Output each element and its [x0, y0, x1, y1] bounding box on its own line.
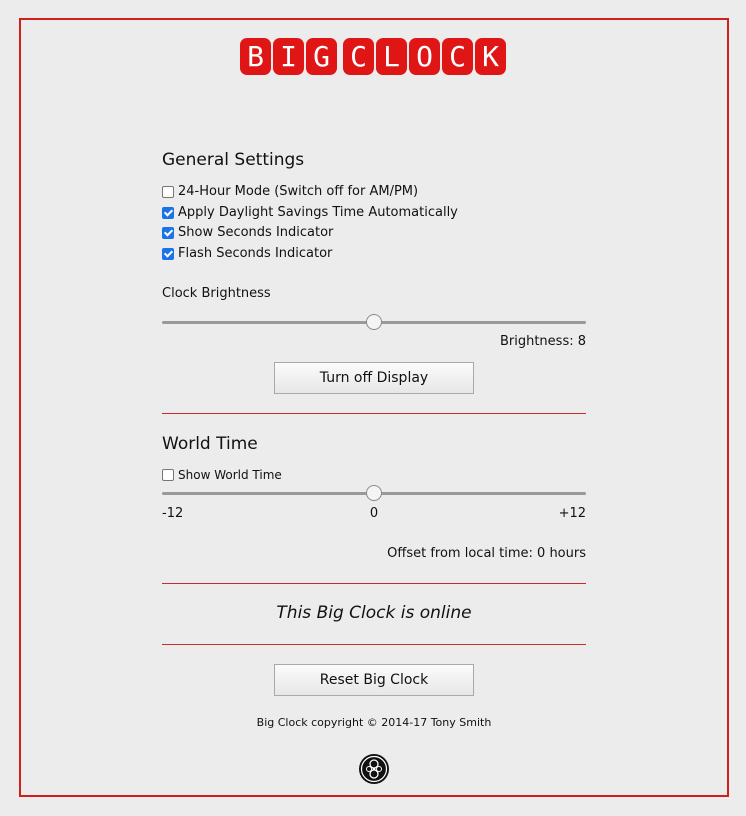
option-flash-seconds[interactable]: Flash Seconds Indicator [162, 246, 332, 261]
checkbox[interactable] [162, 247, 174, 260]
world-time-heading: World Time [162, 434, 258, 454]
option-show-seconds[interactable]: Show Seconds Indicator [162, 225, 333, 240]
option-daylight-savings[interactable]: Apply Daylight Savings Time Automaticall… [162, 205, 458, 220]
offset-max-label: +12 [558, 506, 586, 521]
divider [162, 413, 586, 414]
checkbox[interactable] [162, 206, 174, 219]
logo-letter: O [409, 38, 440, 75]
turn-off-display-button[interactable]: Turn off Display [274, 362, 474, 394]
option-label: Apply Daylight Savings Time Automaticall… [178, 205, 458, 220]
divider [162, 644, 586, 645]
brightness-readout: Brightness: 8 [499, 334, 586, 349]
logo-letter: I [273, 38, 304, 75]
slider-thumb[interactable] [366, 485, 382, 501]
logo-letter: C [343, 38, 374, 75]
logo-letter: K [475, 38, 506, 75]
logo-letter: C [442, 38, 473, 75]
option-label: 24-Hour Mode (Switch off for AM/PM) [178, 184, 419, 199]
divider [162, 583, 586, 584]
brightness-slider[interactable] [162, 314, 586, 332]
general-settings-heading: General Settings [162, 150, 305, 170]
option-label: Show World Time [178, 468, 282, 482]
option-label: Flash Seconds Indicator [178, 246, 333, 261]
slider-thumb[interactable] [366, 314, 382, 330]
option-show-world-time[interactable]: Show World Time [162, 468, 282, 482]
checkbox[interactable] [162, 226, 174, 239]
option-24-hour-mode[interactable]: 24-Hour Mode (Switch off for AM/PM) [162, 184, 418, 199]
world-offset-slider[interactable] [162, 485, 586, 503]
checkbox[interactable] [162, 185, 174, 198]
checkbox[interactable] [162, 469, 174, 481]
brightness-label: Clock Brightness [162, 286, 271, 301]
big-clock-logo: BIGCLOCK [0, 38, 746, 75]
reset-big-clock-button[interactable]: Reset Big Clock [274, 664, 474, 696]
status-message: This Big Clock is online [276, 603, 472, 623]
option-label: Show Seconds Indicator [178, 225, 334, 240]
logo-letter: B [240, 38, 271, 75]
offset-readout: Offset from local time: 0 hours [387, 546, 586, 561]
tardis-seal-icon [358, 753, 390, 785]
logo-letter: L [376, 38, 407, 75]
logo-letter: G [306, 38, 337, 75]
copyright-text: Big Clock copyright © 2014-17 Tony Smith [256, 716, 492, 729]
